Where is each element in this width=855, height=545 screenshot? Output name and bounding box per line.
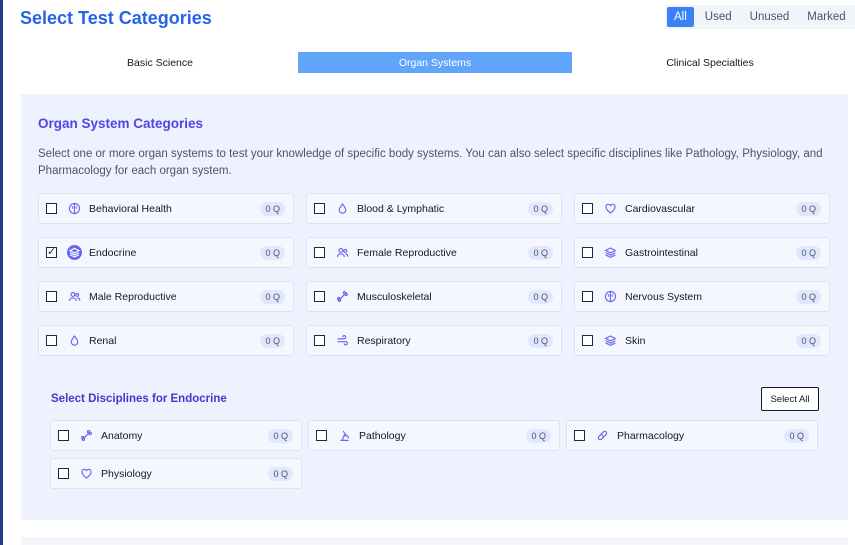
layers-icon [603, 245, 618, 260]
filter-all-button[interactable]: All [667, 7, 694, 27]
discipline-anatomy-count-badge: 0 Q [268, 428, 293, 443]
discipline-pathology-card[interactable]: Pathology 0 Q [308, 420, 560, 451]
category-nervous-system-count-badge: 0 Q [796, 289, 821, 304]
category-blood-lymphatic-checkbox[interactable] [314, 203, 325, 214]
category-blood-lymphatic-card[interactable]: Blood & Lymphatic 0 Q [306, 193, 562, 224]
filter-unused-button[interactable]: Unused [743, 7, 797, 27]
organ-system-panel: Organ System Categories Select one or mo… [21, 94, 848, 520]
category-male-reproductive-count-badge: 0 Q [260, 289, 285, 304]
category-female-reproductive-label: Female Reproductive [357, 246, 457, 259]
category-behavioral-health-label: Behavioral Health [89, 202, 172, 215]
discipline-anatomy-card[interactable]: Anatomy 0 Q [50, 420, 302, 451]
category-skin-checkbox[interactable] [582, 335, 593, 346]
discipline-anatomy-checkbox[interactable] [58, 430, 69, 441]
discipline-pathology-label: Pathology [359, 429, 406, 442]
category-nervous-system-label: Nervous System [625, 290, 703, 303]
discipline-physiology-label: Physiology [101, 467, 152, 480]
category-renal-count-badge: 0 Q [260, 333, 285, 348]
category-gastrointestinal-label: Gastrointestinal [625, 246, 698, 259]
left-edge-bar [0, 0, 3, 545]
discipline-pharmacology-count-badge: 0 Q [784, 428, 809, 443]
category-musculoskeletal-count-badge: 0 Q [528, 289, 553, 304]
category-male-reproductive-checkbox[interactable] [46, 291, 57, 302]
discipline-anatomy-label: Anatomy [101, 429, 143, 442]
category-renal-checkbox[interactable] [46, 335, 57, 346]
category-behavioral-health-checkbox[interactable] [46, 203, 57, 214]
panel-title: Organ System Categories [38, 116, 204, 131]
category-blood-lymphatic-count-badge: 0 Q [528, 201, 553, 216]
discipline-pathology-checkbox[interactable] [316, 430, 327, 441]
disciplines-title: Select Disciplines for Endocrine [51, 393, 227, 405]
heart-icon [79, 466, 94, 481]
category-male-reproductive-card[interactable]: Male Reproductive 0 Q [38, 281, 294, 312]
layers-icon [603, 333, 618, 348]
filter-marked-button[interactable]: Marked [800, 7, 852, 27]
category-behavioral-health-card[interactable]: Behavioral Health 0 Q [38, 193, 294, 224]
category-cardiovascular-card[interactable]: Cardiovascular 0 Q [574, 193, 830, 224]
page-title: Select Test Categories [20, 8, 212, 28]
filter-used-button[interactable]: Used [698, 7, 739, 27]
heart-icon [603, 201, 618, 216]
category-gastrointestinal-card[interactable]: Gastrointestinal 0 Q [574, 237, 830, 268]
category-blood-lymphatic-label: Blood & Lymphatic [357, 202, 445, 215]
category-nervous-system-card[interactable]: Nervous System 0 Q [574, 281, 830, 312]
brain-icon [603, 289, 618, 304]
droplet-icon [67, 333, 82, 348]
discipline-pharmacology-card[interactable]: Pharmacology 0 Q [566, 420, 818, 451]
category-cardiovascular-count-badge: 0 Q [796, 201, 821, 216]
droplet-icon [335, 201, 350, 216]
category-respiratory-count-badge: 0 Q [528, 333, 553, 348]
category-nervous-system-checkbox[interactable] [582, 291, 593, 302]
category-musculoskeletal-checkbox[interactable] [314, 291, 325, 302]
category-renal-card[interactable]: Renal 0 Q [38, 325, 294, 356]
category-male-reproductive-label: Male Reproductive [89, 290, 177, 303]
wind-icon [335, 333, 350, 348]
category-renal-label: Renal [89, 334, 117, 347]
discipline-physiology-count-badge: 0 Q [268, 466, 293, 481]
discipline-pharmacology-label: Pharmacology [617, 429, 685, 442]
category-respiratory-checkbox[interactable] [314, 335, 325, 346]
category-musculoskeletal-label: Musculoskeletal [357, 290, 432, 303]
category-cardiovascular-label: Cardiovascular [625, 202, 696, 215]
pill-icon [595, 428, 610, 443]
category-endocrine-count-badge: 0 Q [260, 245, 285, 260]
category-skin-card[interactable]: Skin 0 Q [574, 325, 830, 356]
category-female-reproductive-count-badge: 0 Q [528, 245, 553, 260]
layers-icon [67, 245, 82, 260]
category-respiratory-label: Respiratory [357, 334, 411, 347]
next-section-edge [21, 537, 848, 545]
users-icon [67, 289, 82, 304]
bone-icon [335, 289, 350, 304]
category-musculoskeletal-card[interactable]: Musculoskeletal 0 Q [306, 281, 562, 312]
tab-basic-science[interactable]: Basic Science [23, 52, 297, 73]
category-female-reproductive-card[interactable]: Female Reproductive 0 Q [306, 237, 562, 268]
category-tabs: Basic Science Organ Systems Clinical Spe… [23, 52, 848, 73]
discipline-pathology-count-badge: 0 Q [526, 428, 551, 443]
brain-icon [67, 201, 82, 216]
discipline-pharmacology-checkbox[interactable] [574, 430, 585, 441]
users-icon [335, 245, 350, 260]
bone-icon [79, 428, 94, 443]
category-gastrointestinal-count-badge: 0 Q [796, 245, 821, 260]
usage-filter-group: All Used Unused Marked [665, 5, 855, 29]
category-skin-label: Skin [625, 334, 646, 347]
category-female-reproductive-checkbox[interactable] [314, 247, 325, 258]
category-skin-count-badge: 0 Q [796, 333, 821, 348]
select-all-button[interactable]: Select All [761, 387, 819, 411]
category-endocrine-checkbox[interactable] [46, 245, 57, 258]
panel-description: Select one or more organ systems to test… [38, 148, 823, 177]
discipline-physiology-card[interactable]: Physiology 0 Q [50, 458, 302, 489]
category-cardiovascular-checkbox[interactable] [582, 203, 593, 214]
category-behavioral-health-count-badge: 0 Q [260, 201, 285, 216]
tab-clinical-specialties[interactable]: Clinical Specialties [573, 52, 847, 73]
category-endocrine-card[interactable]: Endocrine 0 Q [38, 237, 294, 268]
tab-organ-systems[interactable]: Organ Systems [298, 52, 572, 73]
category-respiratory-card[interactable]: Respiratory 0 Q [306, 325, 562, 356]
discipline-physiology-checkbox[interactable] [58, 468, 69, 479]
category-gastrointestinal-checkbox[interactable] [582, 247, 593, 258]
microscope-icon [337, 428, 352, 443]
category-endocrine-label: Endocrine [89, 246, 137, 259]
